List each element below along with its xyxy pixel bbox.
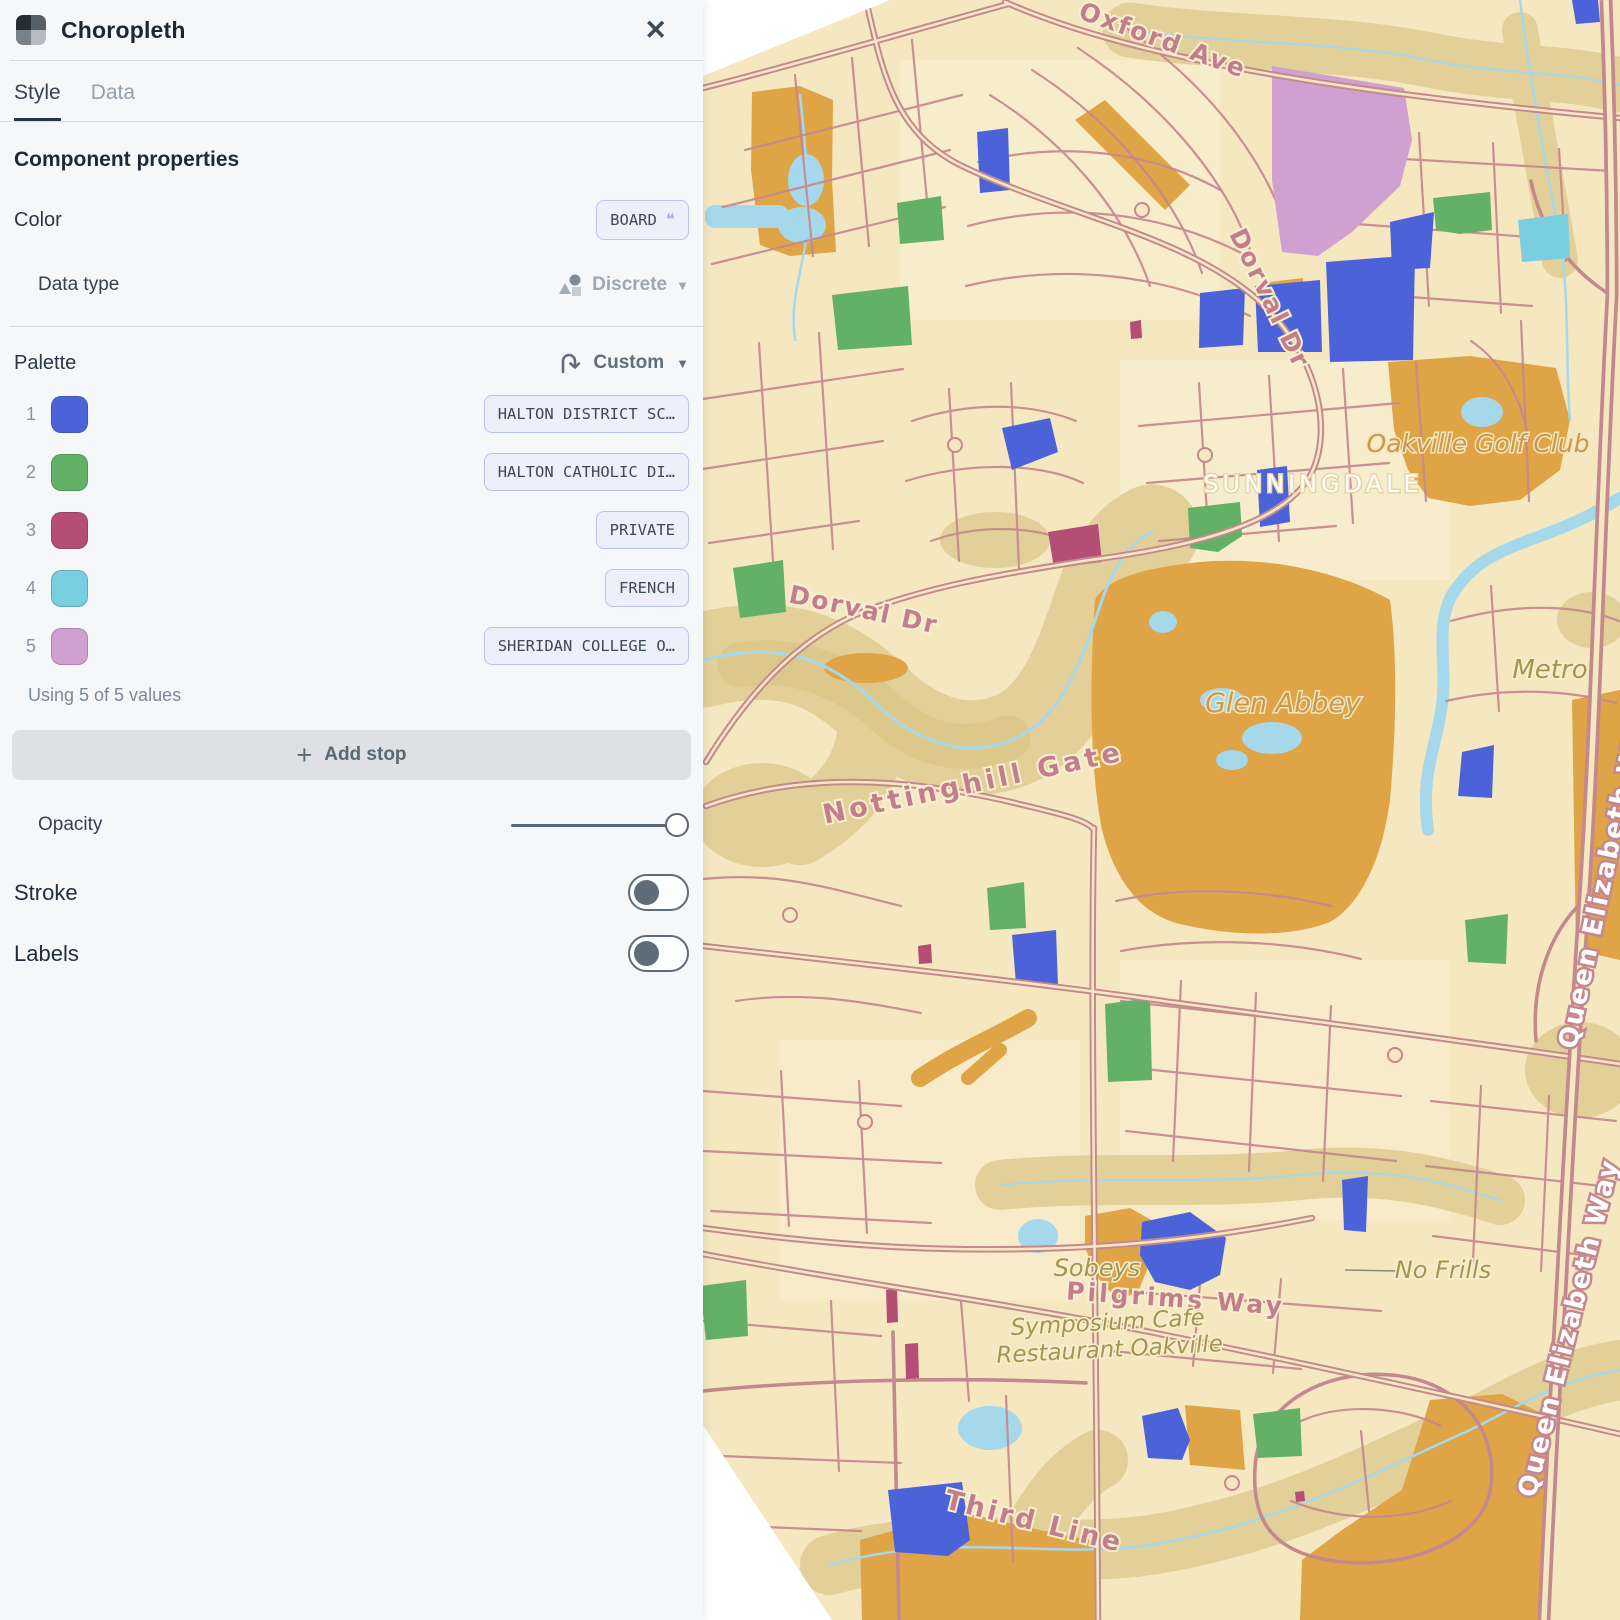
palette-stop-row: 3 PRIVATE (14, 511, 689, 549)
area-label-glen-abbey: Glen Abbey (1205, 688, 1362, 719)
color-swatch[interactable] (51, 454, 88, 491)
area-label-sunningdale: SUNNINGDALE (1203, 470, 1422, 498)
color-swatch[interactable] (51, 396, 88, 433)
stop-index: 3 (14, 520, 36, 541)
opacity-row: Opacity (38, 812, 689, 838)
data-type-row: Data type Discrete ▼ (38, 272, 689, 298)
section-heading: Component properties (14, 148, 689, 172)
basemap-layer: Oxford Ave Dorval Dr Dorval Dr Nottinghi… (703, 0, 1620, 1620)
area-label-oakville-golf-club: Oakville Golf Club (1367, 429, 1590, 458)
color-attribute-value: BOARD (610, 211, 657, 229)
map-svg: Oxford Ave Dorval Dr Dorval Dr Nottinghi… (703, 0, 1620, 1620)
palette-stop-row: 4 FRENCH (14, 569, 689, 607)
chevron-down-icon: ▼ (676, 356, 689, 371)
add-stop-button[interactable]: + Add stop (12, 730, 691, 780)
color-attribute-chip[interactable]: BOARD ❝ (596, 200, 689, 240)
palette-mode-dropdown[interactable]: Custom ▼ (557, 351, 689, 375)
stop-index: 2 (14, 462, 36, 483)
labels-label: Labels (14, 941, 79, 967)
labels-row: Labels (14, 935, 689, 972)
palette-divider (10, 326, 703, 327)
palette-mode-value: Custom (593, 352, 664, 374)
data-type-label: Data type (38, 274, 119, 296)
stop-value-chip[interactable]: PRIVATE (596, 511, 689, 549)
palette-label: Palette (14, 352, 76, 375)
opacity-label: Opacity (38, 814, 102, 836)
stop-index: 5 (14, 636, 36, 657)
stop-value-chip[interactable]: FRENCH (605, 569, 689, 607)
slider-track[interactable] (511, 824, 677, 827)
data-type-value: Discrete (592, 274, 667, 296)
tab-style[interactable]: Style (14, 81, 61, 121)
close-icon[interactable]: ✕ (644, 17, 667, 44)
color-row: Color BOARD ❝ (14, 200, 689, 240)
stroke-row: Stroke (14, 874, 689, 911)
tab-bar: Style Data (0, 61, 703, 122)
color-swatch[interactable] (51, 512, 88, 549)
discrete-shapes-icon (557, 272, 583, 298)
stroke-label: Stroke (14, 880, 78, 906)
palette-header: Palette Custom ▼ (14, 351, 689, 375)
chevron-down-icon: ▼ (676, 278, 689, 293)
poi-label-no-frills: No Frills (1395, 1256, 1491, 1284)
choropleth-panel: Choropleth ✕ Style Data Component proper… (0, 0, 703, 1620)
tab-data[interactable]: Data (91, 81, 135, 121)
palette-stop-row: 1 HALTON DISTRICT SC… (14, 395, 689, 433)
poi-label-metro: Metro (1512, 655, 1587, 685)
stop-index: 4 (14, 578, 36, 599)
toggle-knob (634, 880, 659, 905)
add-stop-label: Add stop (324, 744, 406, 766)
leader-line (1345, 1270, 1398, 1271)
app: Choropleth ✕ Style Data Component proper… (0, 0, 1620, 1620)
poi-label-sobeys: Sobeys (1054, 1254, 1141, 1282)
toggle-knob (634, 941, 659, 966)
labels-toggle[interactable] (628, 935, 689, 972)
layer-icon (16, 15, 46, 45)
text-type-icon: ❝ (666, 210, 675, 230)
color-label: Color (14, 209, 62, 232)
stop-value-chip[interactable]: SHERIDAN COLLEGE O… (484, 627, 689, 665)
panel-title: Choropleth (61, 17, 186, 44)
stop-value-chip[interactable]: HALTON CATHOLIC DI… (484, 453, 689, 491)
stop-index: 1 (14, 404, 36, 425)
data-type-dropdown[interactable]: Discrete ▼ (557, 272, 689, 298)
palette-usage-text: Using 5 of 5 values (28, 685, 703, 706)
color-swatch[interactable] (51, 570, 88, 607)
map-canvas[interactable]: Oxford Ave Dorval Dr Dorval Dr Nottinghi… (703, 0, 1620, 1620)
opacity-slider[interactable] (511, 812, 689, 838)
palette-stop-row: 2 HALTON CATHOLIC DI… (14, 453, 689, 491)
panel-header: Choropleth ✕ (0, 0, 703, 60)
slider-thumb[interactable] (665, 813, 689, 837)
stop-value-chip[interactable]: HALTON DISTRICT SC… (484, 395, 689, 433)
revert-icon (557, 351, 581, 375)
stroke-toggle[interactable] (628, 874, 689, 911)
color-swatch[interactable] (51, 628, 88, 665)
palette-stop-row: 5 SHERIDAN COLLEGE O… (14, 627, 689, 665)
